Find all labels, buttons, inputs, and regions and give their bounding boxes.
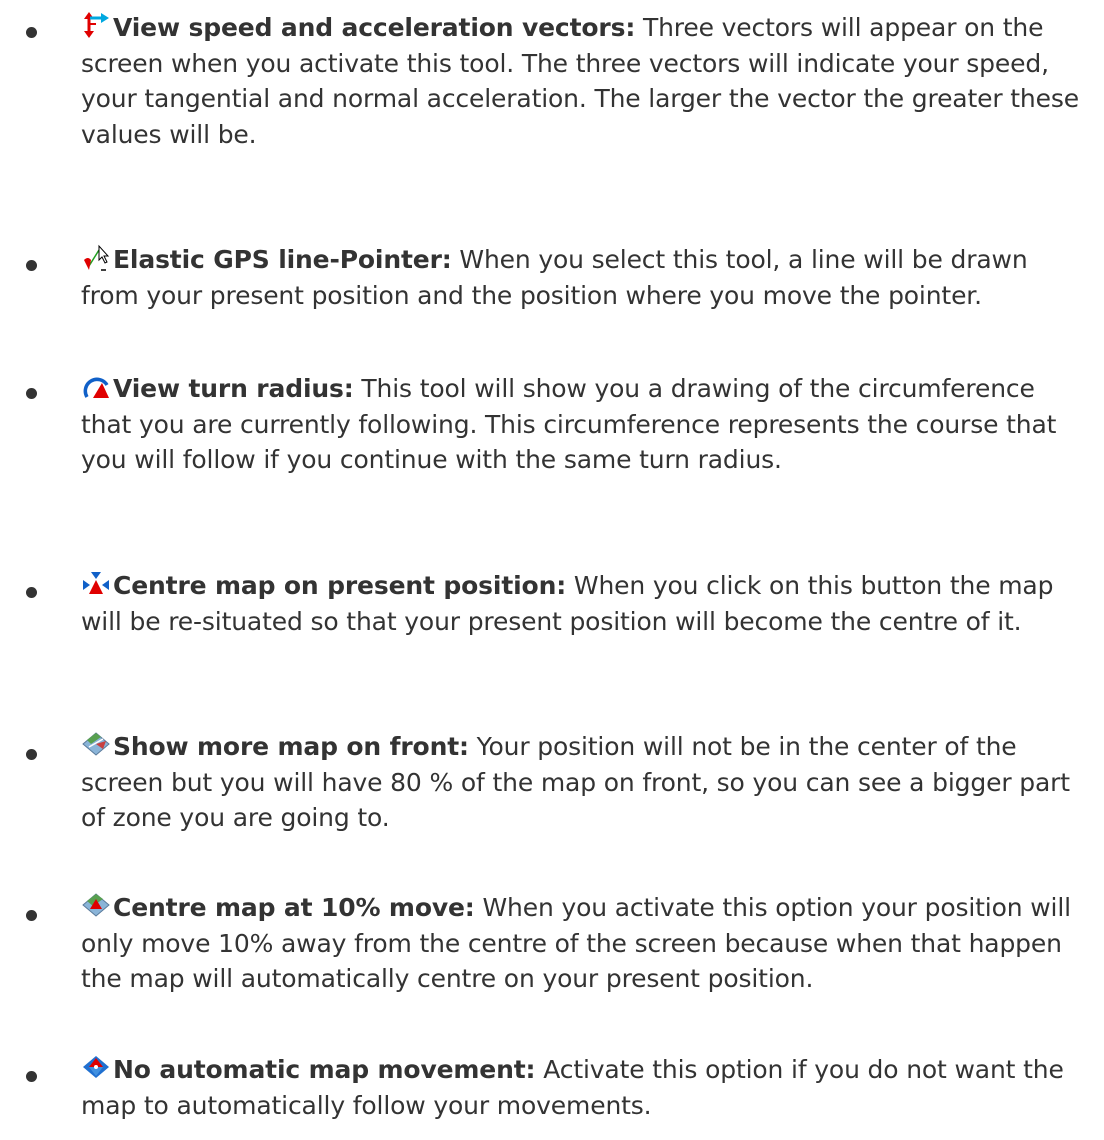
item-title: Centre map at 10% move: bbox=[113, 893, 475, 922]
item-title: Centre map on present position: bbox=[113, 571, 567, 600]
centre-10-percent-icon bbox=[81, 892, 111, 920]
item-title: Elastic GPS line-Pointer: bbox=[113, 245, 452, 274]
bullet bbox=[26, 587, 37, 598]
bullet bbox=[26, 910, 37, 921]
tool-list: View speed and acceleration vectors: Thr… bbox=[0, 0, 1104, 1140]
no-auto-move-icon bbox=[81, 1054, 111, 1082]
centre-map-icon bbox=[81, 570, 111, 598]
item-title: View turn radius: bbox=[113, 374, 354, 403]
item-title: View speed and acceleration vectors: bbox=[113, 13, 636, 42]
turn-radius-icon bbox=[81, 373, 111, 401]
item-title: No automatic map movement: bbox=[113, 1055, 536, 1084]
item-title: Show more map on front: bbox=[113, 732, 469, 761]
bullet bbox=[26, 388, 37, 399]
more-map-front-icon bbox=[81, 731, 111, 759]
elastic-line-pointer-icon bbox=[81, 244, 111, 272]
bullet bbox=[26, 260, 37, 271]
speed-vectors-icon bbox=[81, 12, 111, 40]
bullet bbox=[26, 27, 37, 38]
bullet bbox=[26, 1071, 37, 1082]
bullet bbox=[26, 749, 37, 760]
